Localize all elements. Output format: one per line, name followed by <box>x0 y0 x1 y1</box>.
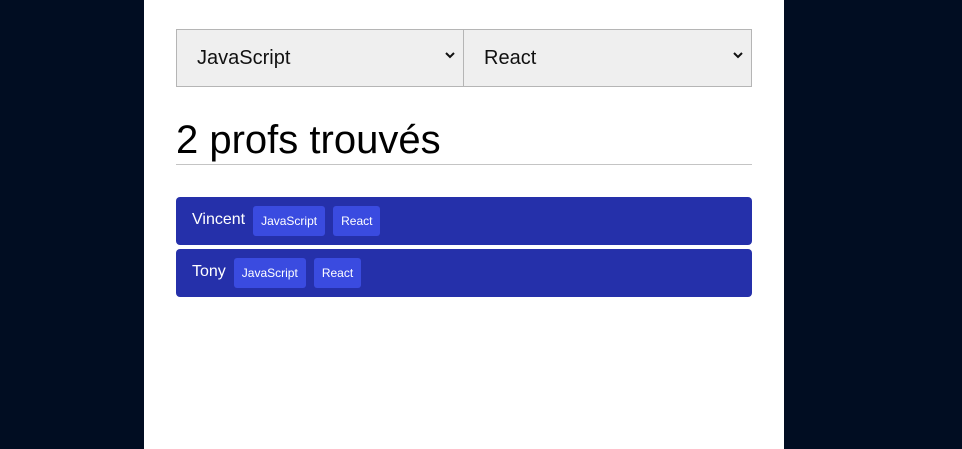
prof-name: Vincent <box>192 211 246 228</box>
framework-select[interactable]: React <box>463 29 752 87</box>
language-select[interactable]: JavaScript <box>176 29 464 87</box>
filters-bar: JavaScript React <box>176 29 752 87</box>
list-item[interactable]: Vincent JavaScript React <box>176 197 752 245</box>
list-item[interactable]: Tony JavaScript React <box>176 249 752 297</box>
chevron-down-icon <box>445 50 455 60</box>
language-select-value: JavaScript <box>197 46 291 69</box>
tag-badge: JavaScript <box>233 258 306 288</box>
prof-name: Tony <box>192 263 226 280</box>
content: JavaScript React 2 profs trouvés Vincent… <box>176 29 752 297</box>
tag-badge: React <box>313 258 362 288</box>
tag-badge: JavaScript <box>253 206 326 236</box>
framework-select-value: React <box>484 46 537 69</box>
tag-badge: React <box>333 206 381 236</box>
results-list: Vincent JavaScript React Tony JavaScript… <box>176 197 752 297</box>
results-count-title: 2 profs trouvés <box>176 118 752 165</box>
chevron-down-icon <box>733 50 743 60</box>
main-panel: JavaScript React 2 profs trouvés Vincent… <box>144 0 784 449</box>
